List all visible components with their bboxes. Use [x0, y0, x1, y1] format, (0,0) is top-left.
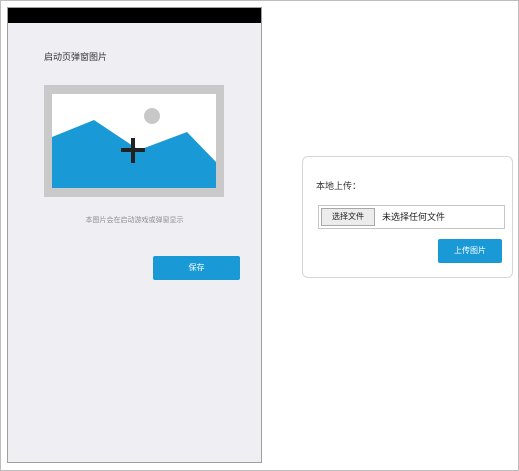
- popup-image-title: 启动页弹窗图片: [44, 53, 108, 63]
- sun-shape: [144, 108, 160, 124]
- choose-file-button[interactable]: 选择文件: [321, 208, 375, 226]
- image-upload-area[interactable]: [44, 85, 224, 197]
- file-input[interactable]: 选择文件 未选择任何文件: [318, 205, 505, 229]
- plus-horizontal: [121, 148, 145, 152]
- phone-preview-panel: 启动页弹窗图片 本图片会在启动游戏或弹窗显示 保存: [7, 7, 262, 463]
- upload-card: 本地上传： 选择文件 未选择任何文件 上传图片: [302, 156, 513, 278]
- phone-status-bar: [8, 8, 261, 23]
- no-file-selected-text: 未选择任何文件: [382, 213, 446, 223]
- upload-image-button[interactable]: 上传图片: [438, 239, 502, 263]
- save-button[interactable]: 保存: [153, 256, 240, 280]
- add-image-icon: [52, 108, 216, 188]
- local-upload-label: 本地上传：: [316, 182, 362, 192]
- popup-image-caption: 本图片会在启动游戏或弹窗显示: [85, 216, 184, 224]
- app-window: 启动页弹窗图片 本图片会在启动游戏或弹窗显示 保存 本地上传： 选择文件 未选择…: [0, 0, 519, 471]
